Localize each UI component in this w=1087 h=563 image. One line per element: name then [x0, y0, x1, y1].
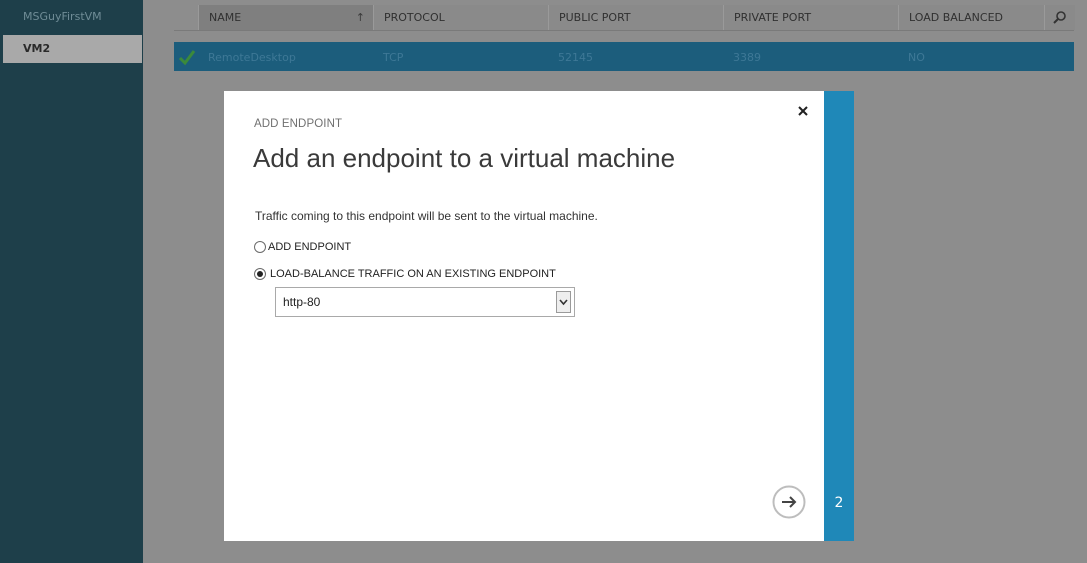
- close-icon[interactable]: [795, 103, 811, 119]
- dropdown-button[interactable]: [556, 291, 571, 313]
- radio-load-balance[interactable]: [254, 268, 266, 280]
- step-number: 2: [834, 495, 844, 511]
- column-header-label: PROTOCOL: [384, 11, 445, 24]
- column-header-public-port[interactable]: PUBLIC PORT: [548, 5, 723, 30]
- option-load-balance[interactable]: LOAD-BALANCE TRAFFIC ON AN EXISTING ENDP…: [254, 266, 556, 282]
- sidebar: MSGuyFirstVM VM2: [0, 0, 143, 563]
- table-search-button[interactable]: [1044, 5, 1075, 30]
- sidebar-item-vm2[interactable]: VM2: [3, 35, 142, 63]
- column-header-label: LOAD BALANCED: [909, 11, 1003, 24]
- column-header-protocol[interactable]: PROTOCOL: [373, 5, 548, 30]
- column-header-label: NAME: [209, 11, 242, 24]
- add-endpoint-dialog: ADD ENDPOINT Add an endpoint to a virtua…: [224, 91, 824, 541]
- dialog-title: Add an endpoint to a virtual machine: [253, 143, 676, 173]
- sort-ascending-icon: ↑: [355, 11, 365, 24]
- search-icon: [1053, 11, 1066, 24]
- dialog-eyebrow: ADD ENDPOINT: [254, 118, 343, 130]
- cell-public-port: 52145: [558, 51, 593, 64]
- column-header-label: PRIVATE PORT: [734, 11, 812, 24]
- chevron-down-icon: [559, 299, 568, 306]
- option-add-endpoint[interactable]: ADD ENDPOINT: [254, 239, 351, 255]
- option-label: ADD ENDPOINT: [268, 241, 352, 253]
- cell-private-port: 3389: [733, 51, 761, 64]
- check-icon: [178, 50, 196, 66]
- sidebar-item-msguyfirstvm[interactable]: MSGuyFirstVM: [0, 0, 143, 33]
- column-header-label: PUBLIC PORT: [559, 11, 631, 24]
- cell-name: RemoteDesktop: [208, 51, 296, 64]
- dialog-description: Traffic coming to this endpoint will be …: [255, 209, 598, 223]
- radio-add-endpoint[interactable]: [254, 241, 266, 253]
- cell-load-balanced: NO: [908, 51, 925, 64]
- table-header: NAME ↑ PROTOCOL PUBLIC PORT PRIVATE PORT…: [174, 5, 1075, 31]
- column-header-private-port[interactable]: PRIVATE PORT: [723, 5, 898, 30]
- table-row[interactable]: RemoteDesktop TCP 52145 3389 NO: [174, 42, 1074, 71]
- wizard-step-bar: 2: [824, 91, 854, 541]
- next-arrow-button[interactable]: [772, 485, 806, 519]
- cell-protocol: TCP: [383, 51, 404, 64]
- option-label: LOAD-BALANCE TRAFFIC ON AN EXISTING ENDP…: [270, 268, 556, 280]
- existing-endpoint-select[interactable]: http-80: [275, 287, 575, 317]
- column-header-name[interactable]: NAME ↑: [198, 5, 373, 30]
- column-header-load-balanced[interactable]: LOAD BALANCED: [898, 5, 1044, 30]
- select-value: http-80: [283, 295, 321, 309]
